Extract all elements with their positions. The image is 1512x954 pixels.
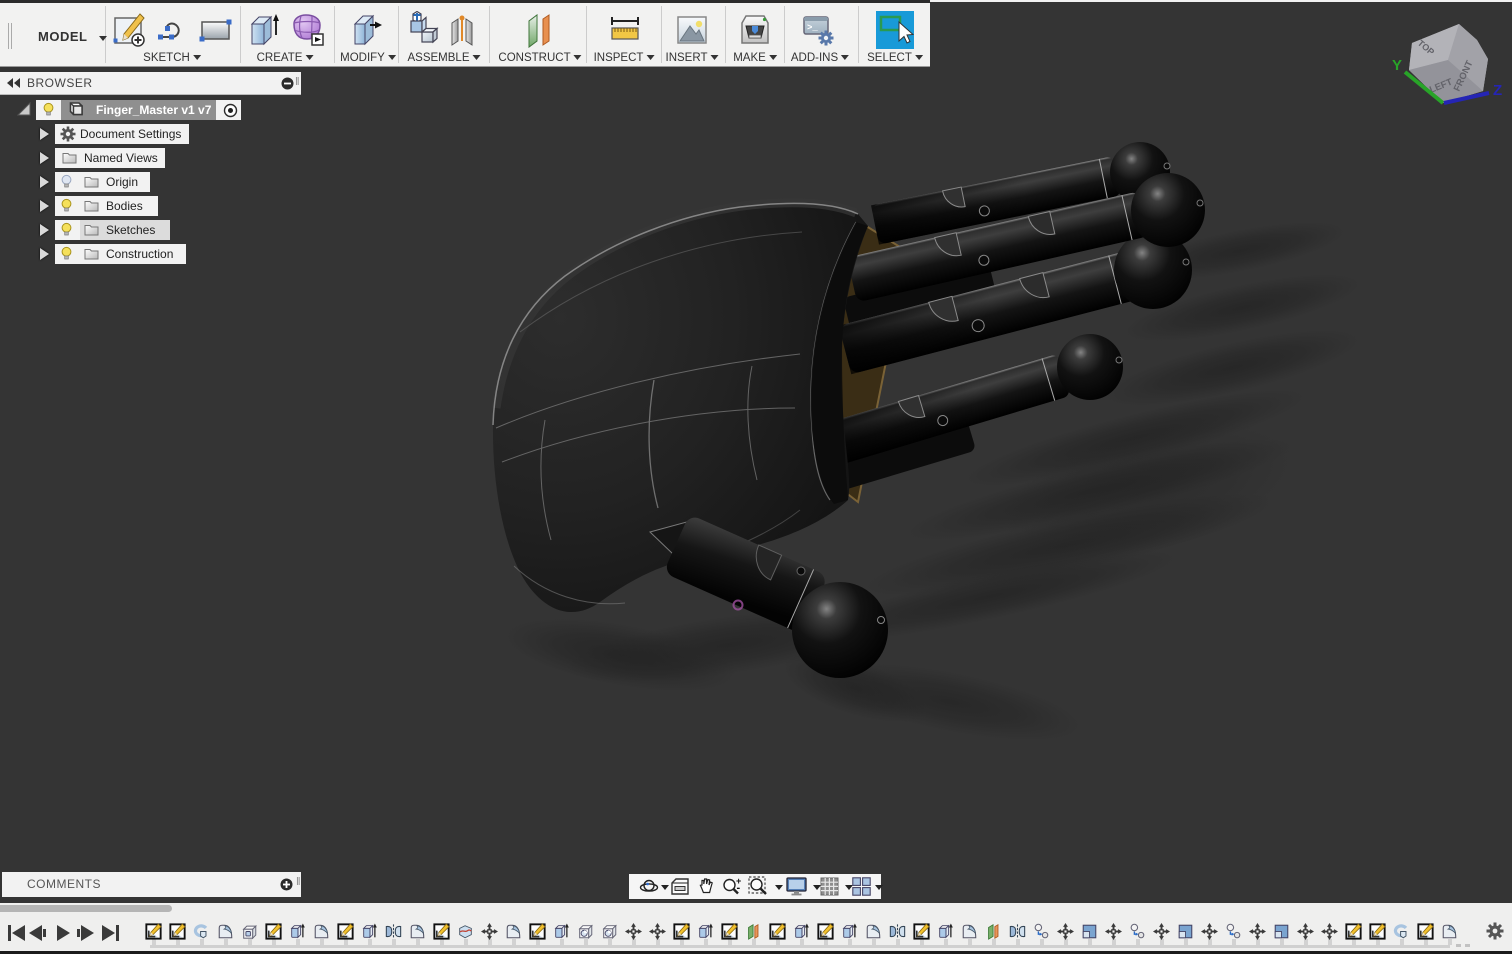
svg-text:Z: Z <box>1493 82 1502 99</box>
svg-text:Y: Y <box>1392 57 1402 74</box>
svg-text:-: - <box>737 882 741 894</box>
svg-text:>_: >_ <box>807 23 818 33</box>
